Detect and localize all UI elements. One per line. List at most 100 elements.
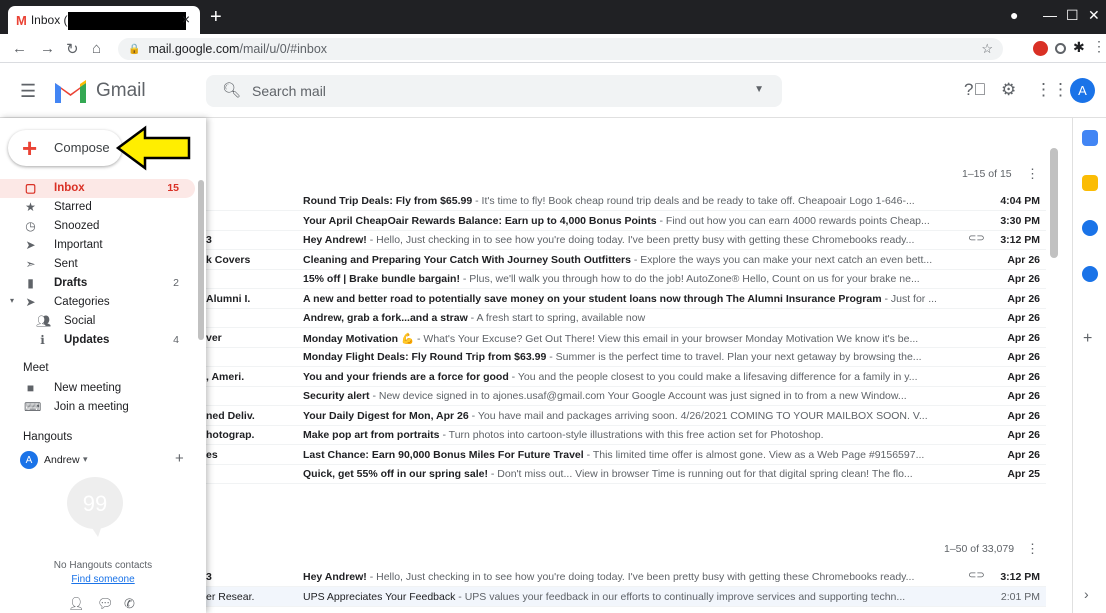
- row-snippet: - New device signed in to ajones.usaf@gm…: [369, 390, 907, 402]
- search-icon[interactable]: 🔍︎: [222, 81, 241, 99]
- new-tab-icon[interactable]: +: [210, 6, 222, 29]
- close-window-icon[interactable]: ✕: [1088, 7, 1100, 24]
- table-row[interactable]: er Resear. UPS Appreciates Your Feedback …: [206, 586, 1046, 607]
- sidebar-item-categories[interactable]: ➤ Categories ▾: [0, 293, 195, 312]
- table-row[interactable]: Quick, get 55% off in our spring sale! -…: [206, 464, 1046, 484]
- new-meeting-item[interactable]: ■ New meeting: [0, 379, 195, 398]
- help-icon[interactable]: ?⃝: [964, 80, 986, 100]
- tasks-icon[interactable]: [1082, 220, 1098, 236]
- forward-icon[interactable]: →: [40, 40, 55, 57]
- gmail-header: ☰ Gmail 🔍︎ Search mail ▼ ?⃝ ⚙ ⋮⋮⋮ A: [0, 63, 1106, 118]
- back-icon[interactable]: ←: [12, 40, 27, 57]
- gear-icon[interactable]: ⚙: [1001, 80, 1016, 100]
- keep-icon[interactable]: [1082, 175, 1098, 191]
- sidebar-item-count: 15: [167, 182, 179, 194]
- row-subject-line: UPS Appreciates Your Feedback - UPS valu…: [303, 591, 966, 603]
- table-row[interactable]: ver Monday Motivation 💪 - What's Your Exc…: [206, 328, 1046, 348]
- join-meeting-item[interactable]: ⌨ Join a meeting: [0, 398, 195, 417]
- close-tab-icon[interactable]: ×: [182, 11, 190, 27]
- hangouts-user[interactable]: Andrew: [44, 454, 80, 466]
- bookmark-star-icon[interactable]: ☆: [981, 41, 993, 57]
- sidebar-scrollbar[interactable]: [198, 180, 204, 340]
- search-options-icon[interactable]: ▼: [754, 84, 764, 95]
- person-icon[interactable]: 👤︎: [68, 596, 85, 612]
- find-someone-link[interactable]: Find someone: [0, 574, 206, 585]
- table-row[interactable]: ned Deliv. Your Daily Digest for Mon, Apr…: [206, 406, 1046, 426]
- row-subject-line: Monday Flight Deals: Fly Round Trip from…: [303, 351, 966, 363]
- compose-button[interactable]: + Compose: [8, 130, 122, 166]
- extension-circle-icon[interactable]: [1055, 43, 1066, 54]
- app-name: Gmail: [96, 80, 146, 101]
- sidebar-item-snoozed[interactable]: ◷ Snoozed: [0, 217, 195, 236]
- row-date: Apr 26: [1007, 390, 1040, 402]
- sidebar-item-label: Updates: [64, 334, 110, 346]
- home-icon[interactable]: ⌂: [92, 40, 101, 57]
- row-sender: , Ameri.: [206, 370, 245, 383]
- chevron-down-icon[interactable]: ▾: [83, 454, 88, 465]
- no-contacts-text: No Hangouts contacts: [53, 560, 153, 571]
- paging-info: 1–15 of 15: [962, 168, 1012, 180]
- row-date: Apr 26: [1007, 253, 1040, 266]
- attachment-icon[interactable]: ⊂⊃: [968, 233, 985, 244]
- row-subject-line: Hey Andrew! - Hello, Just checking in to…: [303, 234, 966, 246]
- avatar[interactable]: A: [1070, 78, 1095, 103]
- sidebar-item-updates[interactable]: ℹ Updates 4: [0, 331, 195, 350]
- table-row[interactable]: Andrew, grab a fork...and a straw - A fr…: [206, 308, 1046, 328]
- attachment-icon[interactable]: ⊂⊃: [968, 570, 985, 581]
- sidebar-item-important[interactable]: ➤ Important: [0, 236, 195, 255]
- browser-menu-icon[interactable]: ⋮: [1092, 38, 1106, 55]
- svg-text:99: 99: [83, 491, 107, 516]
- more-options-icon[interactable]: ⋮: [1026, 541, 1039, 557]
- row-subject: Quick, get 55% off in our spring sale!: [303, 468, 488, 480]
- row-subject: Security alert: [303, 390, 370, 402]
- calendar-icon[interactable]: [1082, 130, 1098, 146]
- get-addons-icon[interactable]: +: [1083, 330, 1092, 348]
- table-row[interactable]: 3 Hey Andrew! - Hello, Just checking in t…: [206, 567, 1046, 587]
- table-row[interactable]: Security alert - New device signed in to…: [206, 386, 1046, 406]
- table-row[interactable]: Monday Flight Deals: Fly Round Trip from…: [206, 347, 1046, 367]
- table-row[interactable]: es Last Chance: Earn 90,000 Bonus Miles F…: [206, 445, 1046, 465]
- list-scrollbar[interactable]: [1050, 148, 1058, 258]
- table-row[interactable]: Your April CheapOair Rewards Balance: Ea…: [206, 211, 1046, 231]
- row-snippet: - Hello, Just checking in to see how you…: [366, 571, 915, 583]
- extension-icon[interactable]: [1033, 41, 1048, 56]
- row-subject-line: You and your friends are a force for goo…: [303, 371, 966, 383]
- maximize-icon[interactable]: ☐: [1066, 7, 1079, 24]
- phone-icon[interactable]: ✆: [124, 596, 135, 612]
- url-field[interactable]: 🔒 mail.google.com /mail/u/0/#inbox ☆: [118, 38, 1003, 60]
- row-snippet: - You and the people closest to you coul…: [508, 370, 918, 383]
- main-menu-icon[interactable]: ☰: [20, 81, 36, 102]
- row-snippet: - Hello, Just checking in to see how you…: [366, 234, 915, 246]
- table-row[interactable]: , Ameri. You and your friends are a force…: [206, 367, 1046, 387]
- puzzle-icon[interactable]: ✱: [1073, 39, 1085, 56]
- search-input[interactable]: 🔍︎ Search mail ▼: [206, 75, 782, 107]
- profile-icon[interactable]: ●: [1010, 7, 1018, 23]
- row-subject: Monday Motivation 💪: [303, 332, 415, 345]
- sidebar-item-starred[interactable]: ★ Starred: [0, 198, 195, 217]
- sidebar-item-social[interactable]: 👥︎ Social: [0, 312, 195, 331]
- yellow-arrow-annotation-icon: [115, 125, 191, 171]
- row-date: 2:01 PM: [1000, 590, 1040, 603]
- chat-icon[interactable]: 💬︎: [97, 596, 114, 612]
- table-row[interactable]: hotograp. Make pop art from portraits - T…: [206, 425, 1046, 445]
- add-contact-icon[interactable]: +: [175, 450, 184, 467]
- reload-icon[interactable]: ↻: [66, 40, 79, 58]
- expand-caret-icon[interactable]: ▾: [10, 296, 14, 305]
- table-row[interactable]: Alumni I. A new and better road to potent…: [206, 289, 1046, 309]
- hangouts-avatar[interactable]: A: [20, 451, 38, 469]
- contacts-icon[interactable]: [1082, 266, 1098, 282]
- browser-tab[interactable]: M Inbox (15) ×: [8, 6, 200, 34]
- table-row[interactable]: 3 Hey Andrew! - Hello, Just checking in t…: [206, 230, 1046, 250]
- row-date: Apr 26: [1007, 273, 1040, 285]
- sidebar-item-inbox[interactable]: ▢ Inbox 15: [0, 179, 195, 198]
- table-row[interactable]: 15% off | Brake bundle bargain! - Plus, …: [206, 269, 1046, 289]
- minimize-icon[interactable]: —: [1043, 7, 1057, 23]
- sidebar-item-sent[interactable]: ➣ Sent: [0, 255, 195, 274]
- chevron-right-icon[interactable]: ›: [1084, 586, 1089, 602]
- inbox-icon: ▢: [24, 181, 37, 195]
- table-row[interactable]: Round Trip Deals: Fly from $65.99 - It's…: [206, 191, 1046, 211]
- more-options-icon[interactable]: ⋮: [1026, 166, 1039, 182]
- section-header: 1–15 of 15 ⋮: [206, 156, 1046, 186]
- table-row[interactable]: k Covers Cleaning and Preparing Your Catc…: [206, 250, 1046, 270]
- sidebar-item-drafts[interactable]: ▮ Drafts 2: [0, 274, 195, 293]
